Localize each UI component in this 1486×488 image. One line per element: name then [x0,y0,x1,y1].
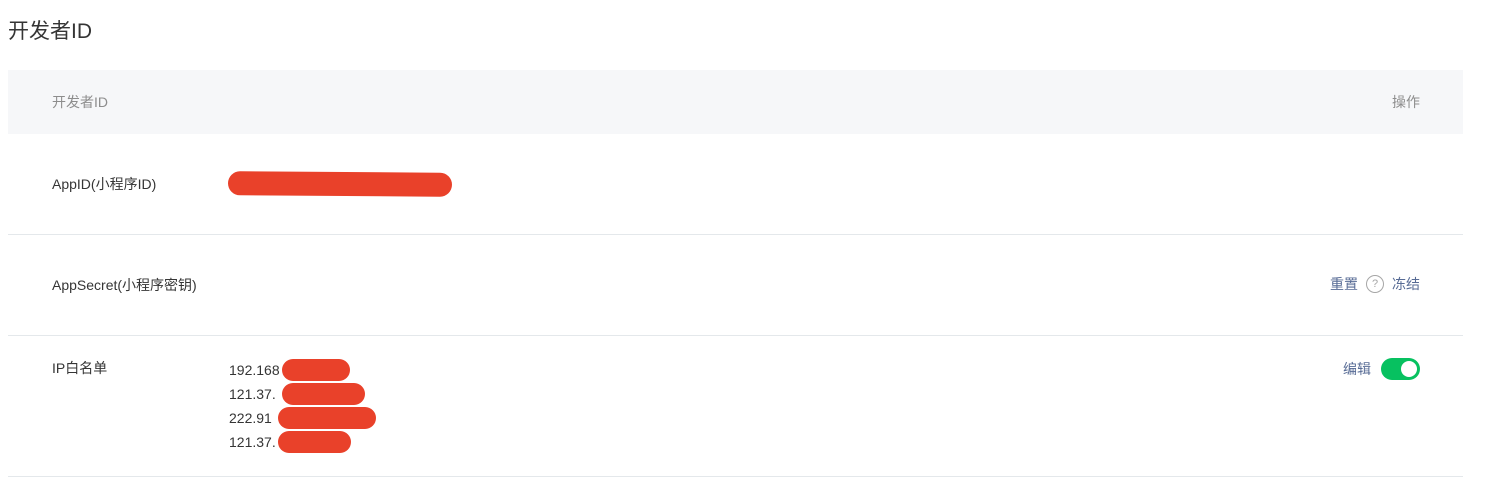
ip-whitelist-label: IP白名单 [52,360,108,376]
ip-whitelist-toggle[interactable] [1381,358,1420,380]
header-name-column: 开发者ID [52,94,108,110]
appsecret-label: AppSecret(小程序密钥) [52,277,197,293]
toggle-knob [1401,361,1417,377]
page-title: 开发者ID [8,20,92,43]
ip-redaction-mark [282,359,350,381]
reset-secret-link[interactable]: 重置 [1330,274,1358,294]
question-circle-icon[interactable]: ? [1366,275,1384,293]
ip-item: 192.168 [229,358,350,382]
ip-redaction-mark [282,383,365,405]
appid-label: AppID(小程序ID) [52,176,157,192]
appsecret-actions: 重置 ? 冻结 [1330,274,1420,294]
ip-item: 222.91 [229,406,376,430]
edit-ip-whitelist-link[interactable]: 编辑 [1343,359,1371,379]
developer-id-table: 开发者ID 操作 AppID(小程序ID) AppSecret(小程序密钥) 重… [8,70,1463,477]
table-row-appsecret: AppSecret(小程序密钥) 重置 ? 冻结 [8,235,1463,336]
ip-redaction-mark [278,407,376,429]
ip-redaction-mark [278,431,351,453]
ip-item: 121.37. [229,382,365,406]
ip-whitelist-actions: 编辑 [1343,358,1420,380]
ip-whitelist-list: 192.168 121.37. 222.91 121.37. [229,358,376,454]
table-header: 开发者ID 操作 [8,70,1463,134]
table-row-appid: AppID(小程序ID) [8,134,1463,235]
developer-id-page: 开发者ID 开发者ID 操作 AppID(小程序ID) AppSecret(小程… [0,0,1486,488]
table-row-ip-whitelist: IP白名单 192.168 121.37. 222.91 121.37. 编辑 [8,336,1463,477]
header-action-column: 操作 [1392,94,1420,110]
ip-item: 121.37. [229,430,351,454]
freeze-secret-link[interactable]: 冻结 [1392,274,1420,294]
appid-value-redacted [227,171,453,197]
